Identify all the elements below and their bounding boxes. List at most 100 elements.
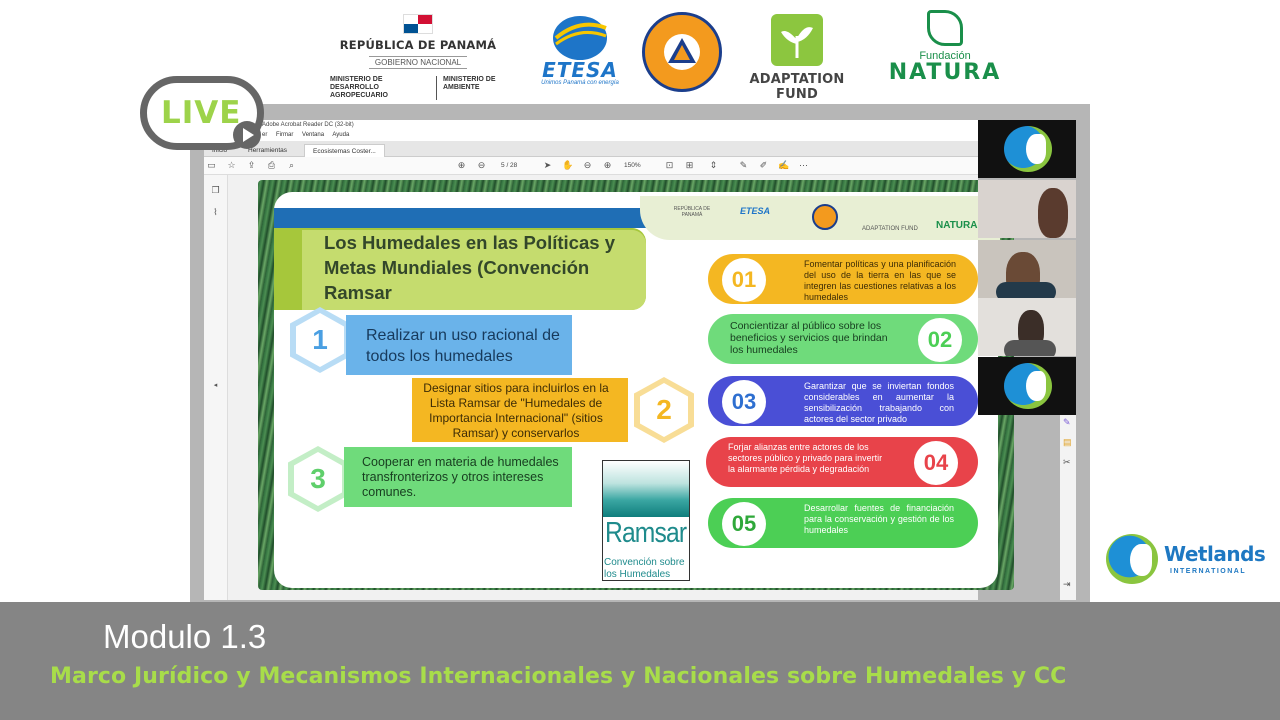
page-down-icon[interactable]: ⊖	[476, 160, 487, 171]
more-tools-icon[interactable]: ⋯	[798, 160, 809, 171]
edit-pdf-icon[interactable]: ✎	[1063, 417, 1071, 428]
zoom-level[interactable]: 150%	[624, 160, 641, 171]
pillar-2-number: 2	[640, 383, 688, 437]
participant-tile-logo-5[interactable]	[978, 357, 1076, 415]
wetlands-avatar-icon-2	[1004, 363, 1052, 409]
sign-icon[interactable]: ✍	[778, 160, 789, 171]
acrobat-toolbar: ▭ ☆ ⇪ ⎙ ⌕ ⊕ ⊖ 5 / 28 ➤ ✋ ⊖ ⊕ 150% ⊡ ⊞ ⇕ …	[204, 157, 978, 175]
collapse-panel-icon[interactable]: ◂	[210, 380, 221, 391]
page-up-icon[interactable]: ⊕	[456, 160, 467, 171]
fit-width-icon[interactable]: ⊞	[684, 160, 695, 171]
goal-05: 05 Desarrollar fuentes de financiación p…	[708, 498, 978, 548]
slide-header-bar	[274, 208, 646, 228]
ministries: MINISTERIO DE DESARROLLO AGROPECUARIO MI…	[318, 76, 518, 100]
goal-02-number: 02	[918, 318, 962, 362]
etesa-globe-icon	[553, 16, 607, 60]
fit-page-icon[interactable]: ⊡	[664, 160, 675, 171]
upload-icon[interactable]: ⇪	[246, 160, 257, 171]
civil-protection-triangle-icon	[664, 34, 700, 70]
menu-item-ventana[interactable]: Ventana	[302, 132, 324, 138]
comment-icon[interactable]: ✎	[738, 160, 749, 171]
tools-icon[interactable]: ✂	[1063, 457, 1071, 468]
natura-leaf-icon	[927, 10, 963, 46]
participant-tile-2[interactable]	[978, 180, 1076, 238]
wetlands-international-logo: Wetlands INTERNATIONAL	[1106, 534, 1266, 584]
goal-04: Forjar alianzas entre actores de los sec…	[706, 437, 978, 487]
participant-tile-3[interactable]	[978, 240, 1076, 298]
adaptation-fund-name: ADAPTATION FUND	[749, 72, 845, 102]
participant-tile-4[interactable]	[978, 298, 1076, 356]
slide-logo-panama-text: REPÚBLICA DE PANAMÁ	[673, 206, 711, 218]
slide-logo-natura: NATURA	[936, 220, 978, 231]
menu-item-firmar[interactable]: Firmar	[276, 132, 293, 138]
save-icon[interactable]: ▭	[206, 160, 217, 171]
play-icon	[233, 121, 261, 149]
goal-01: 01 Fomentar políticas y una planificació…	[708, 254, 978, 304]
adaptation-fund-logo: ADAPTATION FUND	[734, 14, 860, 102]
goal-02: Concientizar al público sobre los benefi…	[708, 314, 978, 364]
module-label: Modulo 1.3	[103, 618, 267, 655]
ministry-ambiente: MINISTERIO DE AMBIENTE	[436, 76, 506, 100]
zoom-in-icon[interactable]: ⊕	[602, 160, 613, 171]
goal-05-text: Desarrollar fuentes de financiación para…	[804, 503, 954, 535]
panama-title: REPÚBLICA DE PANAMÁ	[339, 38, 497, 52]
participant-videos	[978, 120, 1076, 415]
panama-government-logo: REPÚBLICA DE PANAMÁ GOBIERNO NACIONAL MI…	[318, 14, 518, 100]
goal-03: 03 Garantizar que se inviertan fondos co…	[708, 376, 978, 426]
pages-icon[interactable]: ❐	[210, 185, 221, 196]
acrobat-menu-bar: er Firmar Ventana Ayuda	[204, 130, 978, 141]
export-pdf-icon[interactable]: ▤	[1063, 437, 1072, 448]
page-indicator[interactable]: 5 / 28	[501, 160, 517, 171]
live-badge: LIVE	[140, 76, 264, 150]
panama-subtitle: GOBIERNO NACIONAL	[368, 56, 468, 69]
expand-panel-icon[interactable]: ⇥	[1063, 579, 1071, 590]
pillar-1-number: 1	[296, 313, 344, 367]
lower-third: Modulo 1.3 Marco Jurídico y Mecanismos I…	[0, 602, 1280, 720]
etesa-name: ETESA	[542, 58, 618, 82]
slide-logo-panama: REPÚBLICA DE PANAMÁ	[668, 206, 716, 218]
menu-item-ayuda[interactable]: Ayuda	[332, 132, 349, 138]
tab-document[interactable]: Ecosistemas Coster...	[304, 144, 385, 157]
goal-01-number: 01	[722, 258, 766, 302]
slide-title: Los Humedales en las Políticas y Metas M…	[324, 232, 615, 303]
panama-flag-icon	[403, 14, 433, 34]
goal-03-text: Garantizar que se inviertan fondos consi…	[804, 381, 954, 424]
page-total: / 28	[506, 162, 518, 169]
wetlands-sub: INTERNATIONAL	[1170, 568, 1247, 575]
natura-name: NATURA	[888, 60, 1002, 85]
slide-logo-sinaproc	[812, 204, 838, 230]
ramsar-waves-icon	[603, 461, 689, 517]
goal-03-number: 03	[722, 380, 766, 424]
etesa-logo: ETESA Unimos Panamá con energía	[526, 14, 634, 90]
slide-logo-adaptation-fund: ADAPTATION FUND	[862, 226, 918, 232]
search-icon[interactable]: ⌕	[286, 160, 297, 171]
ramsar-word: Ramsar	[605, 517, 687, 549]
natura-logo: Fundación NATURA	[880, 10, 1010, 85]
bookmark-star-icon[interactable]: ☆	[226, 160, 237, 171]
print-icon[interactable]: ⎙	[266, 160, 277, 171]
slide-logo-etesa: ETESA	[740, 206, 771, 216]
slide-sponsor-logos: REPÚBLICA DE PANAMÁ ETESA ADAPTATION FUN…	[640, 196, 1000, 240]
etesa-tagline: Unimos Panamá con energía	[541, 80, 619, 86]
ministry-agro: MINISTERIO DE DESARROLLO AGROPECUARIO	[330, 76, 388, 99]
hand-tool-icon[interactable]: ✋	[562, 160, 573, 171]
pillar-1-text: Realizar un uso racional de todos los hu…	[346, 315, 572, 375]
scroll-mode-icon[interactable]: ⇕	[708, 160, 719, 171]
live-label: LIVE	[161, 95, 242, 131]
page-current[interactable]: 5	[501, 162, 505, 169]
ramsar-subtitle: Convención sobre los Humedales	[604, 557, 685, 580]
goal-05-number: 05	[722, 502, 766, 546]
module-subtitle: Marco Jurídico y Mecanismos Internaciona…	[50, 664, 1067, 689]
pillar-3-number: 3	[294, 452, 342, 506]
pillar-3-text: Cooperar en materia de humedales transfr…	[344, 447, 572, 507]
goal-01-text: Fomentar políticas y una planificación d…	[804, 259, 956, 302]
video-stage: { "header_logos": { "panama": { "title":…	[0, 0, 1280, 720]
participant-2-person	[1038, 188, 1068, 238]
highlight-icon[interactable]: ✐	[758, 160, 769, 171]
participant-tile-logo-1[interactable]	[978, 120, 1076, 178]
menu-item-edit[interactable]: er	[262, 132, 267, 138]
attachment-icon[interactable]: ⌇	[210, 207, 221, 218]
participant-4-shirt	[1004, 340, 1056, 356]
select-cursor-icon[interactable]: ➤	[542, 160, 553, 171]
zoom-out-icon[interactable]: ⊖	[582, 160, 593, 171]
